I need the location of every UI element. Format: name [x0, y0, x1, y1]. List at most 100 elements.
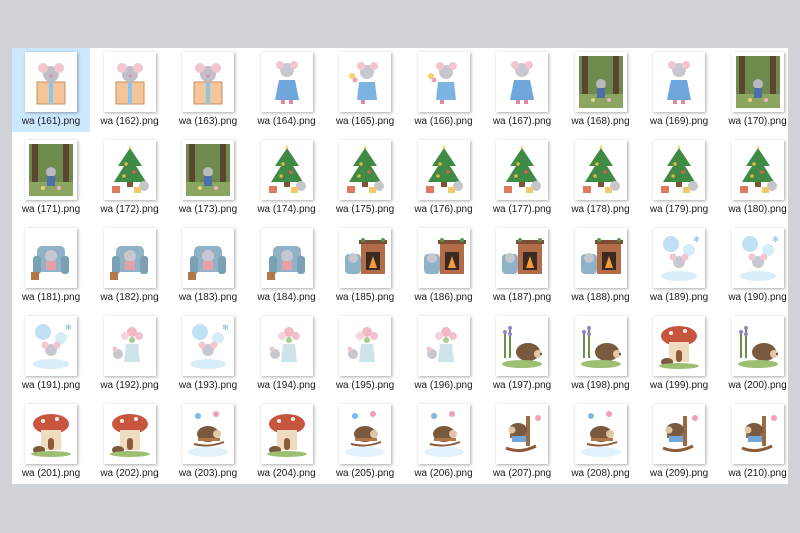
file-thumbnail[interactable] [103, 140, 156, 200]
file-item[interactable]: wa (175).png [326, 136, 404, 220]
file-thumbnail[interactable] [731, 404, 784, 464]
file-thumbnail[interactable] [653, 316, 705, 376]
file-thumbnail[interactable] [496, 316, 548, 376]
file-thumbnail[interactable] [653, 52, 705, 112]
file-thumbnail[interactable] [260, 140, 313, 200]
file-thumbnail[interactable] [182, 228, 234, 288]
file-item[interactable]: wa (203).png [169, 400, 247, 484]
file-thumbnail[interactable] [574, 52, 627, 112]
file-thumbnail[interactable] [339, 52, 391, 112]
file-thumbnail[interactable] [417, 140, 470, 200]
file-thumbnail[interactable] [103, 52, 156, 112]
file-item[interactable]: wa (185).png [326, 224, 404, 308]
file-thumbnail[interactable] [182, 52, 234, 112]
file-thumbnail[interactable] [25, 228, 77, 288]
file-thumbnail[interactable] [417, 52, 470, 112]
file-thumbnail[interactable] [496, 404, 548, 464]
file-thumbnail[interactable] [496, 228, 548, 288]
file-thumbnail[interactable] [574, 228, 627, 288]
file-item[interactable]: wa (174).png [248, 136, 326, 220]
file-item[interactable]: wa (192).png [91, 312, 169, 396]
file-item[interactable]: wa (196).png [405, 312, 483, 396]
file-item[interactable]: wa (162).png [91, 48, 169, 132]
file-thumbnail[interactable]: ✻ [25, 316, 77, 376]
file-thumbnail[interactable] [260, 404, 313, 464]
file-item[interactable]: wa (208).png [562, 400, 640, 484]
file-thumbnail[interactable] [103, 316, 156, 376]
file-thumbnail[interactable]: ✻ [731, 228, 784, 288]
file-item[interactable]: wa (161).png [12, 48, 90, 132]
file-item[interactable]: wa (207).png [483, 400, 561, 484]
file-item[interactable]: wa (187).png [483, 224, 561, 308]
file-item[interactable]: wa (195).png [326, 312, 404, 396]
file-item[interactable]: wa (171).png [12, 136, 90, 220]
file-thumbnail[interactable] [574, 140, 627, 200]
file-item[interactable]: wa (199).png [640, 312, 718, 396]
file-thumbnail[interactable] [731, 140, 784, 200]
file-item[interactable]: ✻ wa (189).png [640, 224, 718, 308]
file-item[interactable]: wa (167).png [483, 48, 561, 132]
file-item[interactable]: wa (197).png [483, 312, 561, 396]
file-thumbnail[interactable] [339, 228, 391, 288]
file-thumbnail[interactable] [731, 52, 784, 112]
file-thumbnail[interactable] [417, 316, 470, 376]
file-item[interactable]: wa (166).png [405, 48, 483, 132]
file-item[interactable]: wa (180).png [719, 136, 789, 220]
file-item[interactable]: wa (183).png [169, 224, 247, 308]
file-thumbnail[interactable] [182, 404, 234, 464]
file-item[interactable]: wa (169).png [640, 48, 718, 132]
file-thumbnail[interactable]: ✻ [182, 316, 234, 376]
file-thumbnail[interactable] [417, 228, 470, 288]
file-thumbnail[interactable] [260, 316, 313, 376]
file-item[interactable]: wa (165).png [326, 48, 404, 132]
file-thumbnail[interactable] [417, 404, 470, 464]
file-item[interactable]: wa (210).png [719, 400, 789, 484]
file-item[interactable]: wa (182).png [91, 224, 169, 308]
file-item[interactable]: wa (176).png [405, 136, 483, 220]
file-item[interactable]: ✻ wa (193).png [169, 312, 247, 396]
file-item[interactable]: wa (184).png [248, 224, 326, 308]
file-thumbnail[interactable] [339, 140, 391, 200]
file-item[interactable]: wa (173).png [169, 136, 247, 220]
file-thumbnail[interactable] [103, 404, 156, 464]
file-thumbnail[interactable] [182, 140, 234, 200]
file-item[interactable]: wa (172).png [91, 136, 169, 220]
file-item[interactable]: wa (188).png [562, 224, 640, 308]
file-item[interactable]: wa (202).png [91, 400, 169, 484]
file-item[interactable]: wa (198).png [562, 312, 640, 396]
file-thumbnail[interactable] [103, 228, 156, 288]
file-thumbnail[interactable] [496, 52, 548, 112]
file-thumbnail[interactable] [574, 316, 627, 376]
file-thumbnail[interactable]: ✻ [653, 228, 705, 288]
file-thumbnail[interactable] [339, 316, 391, 376]
file-item[interactable]: wa (179).png [640, 136, 718, 220]
file-thumbnail[interactable] [653, 140, 705, 200]
file-thumbnail[interactable] [731, 316, 784, 376]
file-thumbnail[interactable] [25, 140, 77, 200]
file-thumbnail[interactable] [496, 140, 548, 200]
file-item[interactable]: ✻ wa (190).png [719, 224, 789, 308]
file-item[interactable]: wa (206).png [405, 400, 483, 484]
file-item[interactable]: wa (194).png [248, 312, 326, 396]
file-thumbnail[interactable] [260, 52, 313, 112]
file-thumbnail[interactable] [25, 52, 77, 112]
file-item[interactable]: wa (186).png [405, 224, 483, 308]
file-item[interactable]: wa (201).png [12, 400, 90, 484]
file-item[interactable]: wa (204).png [248, 400, 326, 484]
file-item[interactable]: wa (177).png [483, 136, 561, 220]
file-item[interactable]: ✻ wa (191).png [12, 312, 90, 396]
file-item[interactable]: wa (181).png [12, 224, 90, 308]
file-item[interactable]: wa (163).png [169, 48, 247, 132]
file-thumbnail[interactable] [260, 228, 313, 288]
file-item[interactable]: wa (168).png [562, 48, 640, 132]
file-thumbnail[interactable] [339, 404, 391, 464]
file-item[interactable]: wa (178).png [562, 136, 640, 220]
file-item[interactable]: wa (164).png [248, 48, 326, 132]
file-item[interactable]: wa (170).png [719, 48, 789, 132]
file-item[interactable]: wa (200).png [719, 312, 789, 396]
file-item[interactable]: wa (209).png [640, 400, 718, 484]
file-thumbnail[interactable] [25, 404, 77, 464]
file-thumbnail[interactable] [653, 404, 705, 464]
file-thumbnail[interactable] [574, 404, 627, 464]
file-item[interactable]: wa (205).png [326, 400, 404, 484]
